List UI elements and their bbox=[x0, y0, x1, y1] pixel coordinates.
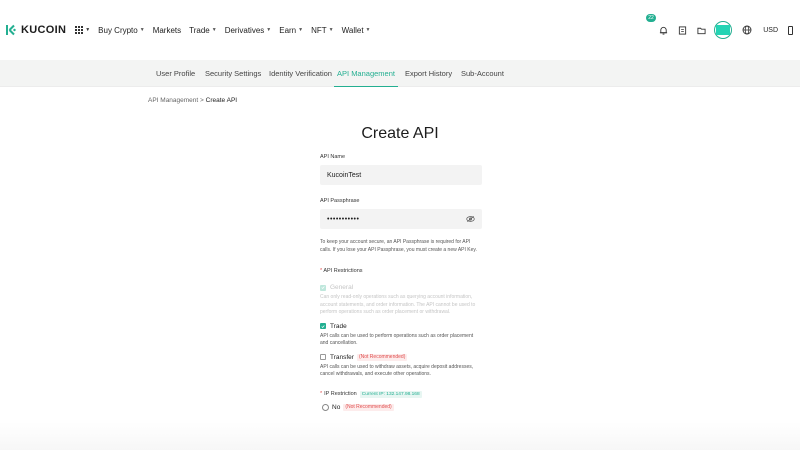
chevron-down-icon: ▼ bbox=[211, 27, 217, 33]
chevron-down-icon: ▼ bbox=[139, 27, 145, 33]
transfer-description: API calls can be used to withdraw assets… bbox=[320, 363, 474, 378]
api-name-input[interactable]: KucoinTest bbox=[320, 165, 482, 185]
passphrase-hint: To keep your account secure, an API Pass… bbox=[320, 239, 477, 253]
wallet-icon bbox=[697, 27, 706, 34]
tab-api-management[interactable]: API Management bbox=[334, 60, 398, 87]
account-avatar-button[interactable] bbox=[714, 21, 733, 39]
kucoin-logo-icon bbox=[6, 24, 18, 36]
trade-description: API calls can be used to perform operati… bbox=[320, 332, 474, 347]
currency-selector[interactable]: USD bbox=[763, 27, 778, 34]
tab-security-settings[interactable]: Security Settings bbox=[205, 60, 261, 87]
wallet-button[interactable] bbox=[692, 21, 710, 39]
required-mark: * bbox=[320, 391, 323, 397]
top-right-actions: 22 USD bbox=[646, 0, 800, 60]
account-subnav: User Profile Security Settings Identity … bbox=[0, 60, 800, 87]
main-nav-links: Buy Crypto ▼ Markets Trade ▼ Derivatives ▼ … bbox=[98, 26, 378, 35]
not-recommended-tag: (Not Recommended) bbox=[356, 353, 408, 361]
api-passphrase-value: ••••••••••• bbox=[327, 215, 360, 223]
apps-grid-icon[interactable]: ▼ bbox=[75, 26, 90, 34]
bell-icon bbox=[659, 26, 667, 35]
tab-sub-account[interactable]: Sub-Account bbox=[461, 60, 504, 87]
trade-checkbox[interactable] bbox=[320, 323, 326, 329]
nav-markets[interactable]: Markets bbox=[153, 26, 181, 35]
restriction-trade: Trade bbox=[320, 323, 482, 330]
orders-button[interactable] bbox=[673, 21, 691, 39]
nav-nft[interactable]: NFT ▼ bbox=[311, 26, 334, 35]
notifications-button[interactable]: 22 bbox=[646, 14, 672, 39]
restriction-transfer: Transfer (Not Recommended) bbox=[320, 353, 482, 361]
top-navbar: KUCOIN ▼ Buy Crypto ▼ Markets Trade ▼ Deri… bbox=[0, 0, 800, 60]
general-label: General bbox=[330, 284, 354, 291]
transfer-label[interactable]: Transfer bbox=[330, 354, 354, 361]
nav-earn[interactable]: Earn ▼ bbox=[279, 26, 303, 35]
required-mark: * bbox=[320, 268, 323, 274]
brand-name: KUCOIN bbox=[21, 24, 67, 36]
ip-restriction-label: * IP Restriction Current IP: 132.147.98.… bbox=[320, 390, 422, 398]
nav-buy-crypto[interactable]: Buy Crypto ▼ bbox=[98, 26, 145, 35]
api-restrictions-label: * API Restrictions bbox=[320, 268, 363, 274]
globe-icon bbox=[742, 25, 752, 35]
chevron-down-icon: ▼ bbox=[328, 27, 334, 33]
restriction-general: General bbox=[320, 284, 482, 291]
tab-user-profile[interactable]: User Profile bbox=[156, 60, 195, 87]
nav-derivatives[interactable]: Derivatives ▼ bbox=[225, 26, 272, 35]
tab-identity-verification[interactable]: Identity Verification bbox=[269, 60, 332, 87]
language-button[interactable] bbox=[738, 21, 756, 39]
general-checkbox bbox=[320, 284, 326, 291]
trade-label[interactable]: Trade bbox=[330, 323, 347, 330]
nav-trade[interactable]: Trade ▼ bbox=[189, 26, 217, 35]
kucoin-logo[interactable]: KUCOIN bbox=[6, 20, 66, 40]
api-passphrase-label: API Passphrase bbox=[320, 198, 360, 204]
notification-count-badge: 22 bbox=[646, 14, 656, 22]
transfer-checkbox[interactable] bbox=[320, 354, 326, 360]
page-bottom-fade bbox=[0, 422, 800, 450]
api-name-value: KucoinTest bbox=[327, 171, 362, 179]
create-api-form: API Name KucoinTest API Passphrase •••••… bbox=[320, 154, 482, 411]
page-title: Create API bbox=[361, 125, 439, 142]
tab-export-history[interactable]: Export History bbox=[405, 60, 452, 87]
orders-icon bbox=[678, 25, 686, 35]
breadcrumb: API Management > Create API bbox=[148, 97, 237, 104]
api-name-label: API Name bbox=[320, 154, 346, 160]
breadcrumb-separator: > bbox=[200, 97, 204, 104]
phone-icon[interactable] bbox=[788, 25, 793, 35]
nav-wallet[interactable]: Wallet ▼ bbox=[342, 26, 371, 35]
ip-no-radio[interactable] bbox=[322, 403, 329, 411]
breadcrumb-current: Create API bbox=[205, 97, 238, 104]
chevron-down-icon: ▼ bbox=[266, 27, 272, 33]
chevron-down-icon: ▼ bbox=[365, 27, 371, 33]
chevron-down-icon: ▼ bbox=[85, 27, 91, 33]
ip-option-no: No (Not Recommended) bbox=[322, 403, 482, 411]
avatar bbox=[716, 25, 731, 35]
api-passphrase-input[interactable]: ••••••••••• bbox=[320, 209, 482, 229]
checkmark-icon bbox=[321, 324, 325, 328]
general-description: Can only read-only operations such as qu… bbox=[320, 294, 476, 315]
breadcrumb-parent[interactable]: API Management bbox=[148, 97, 198, 104]
not-recommended-tag: (Not Recommended) bbox=[343, 403, 394, 411]
checkmark-icon bbox=[321, 286, 325, 289]
eye-hidden-icon[interactable] bbox=[466, 215, 475, 223]
chevron-down-icon: ▼ bbox=[298, 27, 304, 33]
current-ip-tag: Current IP: 132.147.98.168 bbox=[359, 390, 422, 398]
ip-no-label[interactable]: No bbox=[332, 404, 340, 411]
